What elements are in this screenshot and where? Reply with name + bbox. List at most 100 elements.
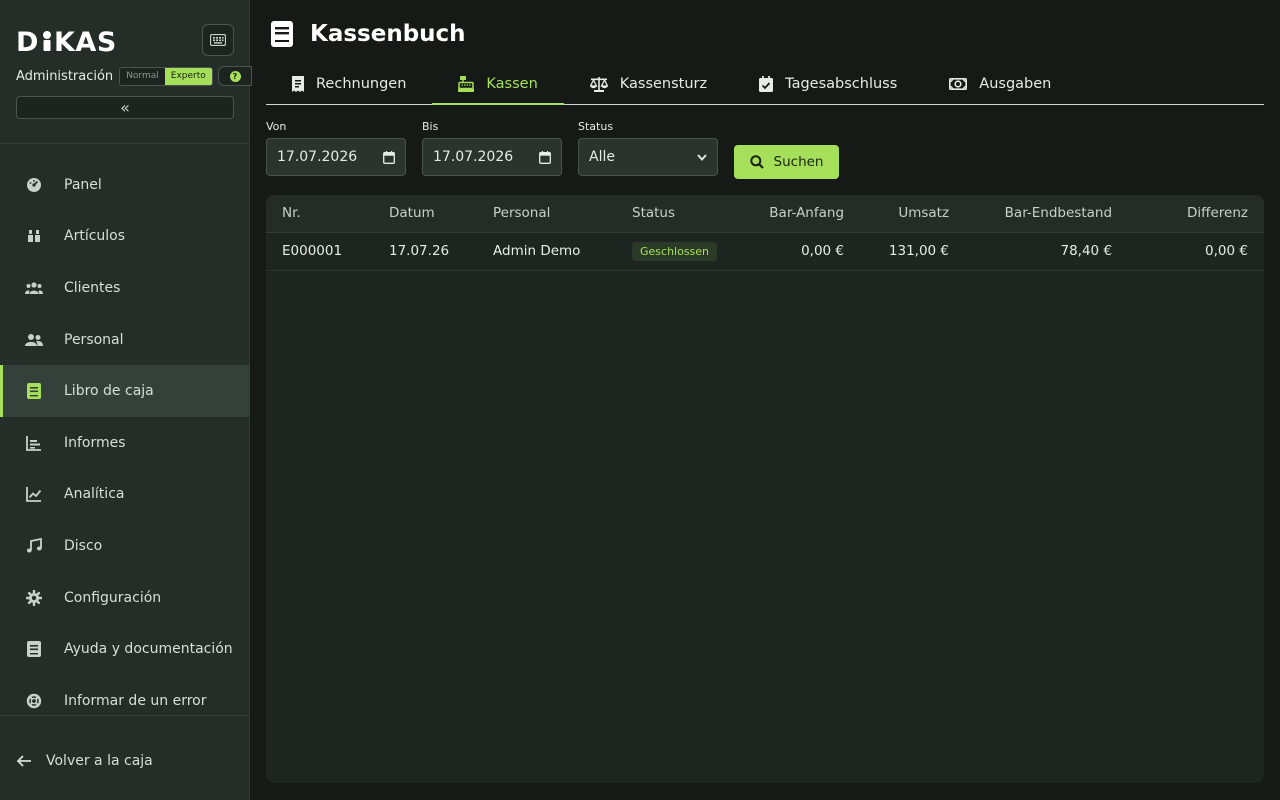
tab-kassensturz[interactable]: Kassensturz bbox=[564, 63, 733, 104]
sidebar-item-label: Informar de un error bbox=[64, 692, 207, 709]
collapse-sidebar-button[interactable]: « bbox=[16, 96, 234, 119]
column-header-bar-endbestand[interactable]: Bar-Endbestand bbox=[965, 195, 1129, 233]
table-header-row: Nr. Datum Personal Status Bar-Anfang Ums… bbox=[266, 195, 1264, 233]
bis-label: Bis bbox=[422, 120, 439, 133]
sidebar-item-label: Panel bbox=[64, 176, 102, 193]
filter-bis: Bis 17.07.2026 bbox=[422, 120, 562, 176]
sidebar-item-label: Artículos bbox=[64, 228, 126, 245]
tab-label: Rechnungen bbox=[316, 75, 407, 92]
cell-datum: 17.07.26 bbox=[373, 232, 477, 271]
registers-table-card: Nr. Datum Personal Status Bar-Anfang Ums… bbox=[266, 195, 1264, 783]
sidebar-item-ayuda[interactable]: Ayuda y documentación bbox=[0, 623, 250, 675]
music-icon bbox=[24, 536, 44, 556]
sidebar-item-configuracion[interactable]: Configuración bbox=[0, 572, 250, 624]
admin-label: Administración bbox=[16, 68, 114, 84]
status-select[interactable]: Alle bbox=[578, 138, 718, 176]
gear-icon bbox=[24, 588, 44, 608]
status-select-value: Alle bbox=[589, 149, 615, 165]
column-header-bar-anfang[interactable]: Bar-Anfang bbox=[733, 195, 861, 233]
bis-date-input[interactable]: 17.07.2026 bbox=[422, 138, 562, 176]
cell-umsatz: 131,00 € bbox=[860, 232, 966, 271]
cell-bar-anfang: 0,00 € bbox=[733, 232, 861, 271]
cash-register-icon bbox=[458, 75, 475, 92]
von-label: Von bbox=[266, 120, 287, 133]
status-label: Status bbox=[578, 120, 614, 133]
sidebar-item-libro-de-caja[interactable]: Libro de caja bbox=[0, 365, 250, 417]
column-header-nr[interactable]: Nr. bbox=[266, 195, 373, 233]
receipt-icon bbox=[292, 75, 304, 92]
articles-icon bbox=[24, 226, 44, 246]
dashboard-icon bbox=[24, 175, 44, 195]
help-button[interactable]: ? bbox=[218, 66, 252, 86]
sidebar-item-informar-error[interactable]: Informar de un error bbox=[0, 675, 250, 727]
column-header-status[interactable]: Status bbox=[616, 195, 734, 233]
sidebar-nav: Panel Artículos Clientes Personal Libro … bbox=[0, 159, 250, 727]
von-date-value: 17.07.2026 bbox=[277, 149, 358, 165]
page-title: Kassenbuch bbox=[270, 18, 466, 50]
dikas-logo-icon: D KAS bbox=[16, 27, 117, 55]
sidebar-item-articulos[interactable]: Artículos bbox=[0, 211, 250, 263]
book-icon bbox=[270, 21, 294, 47]
svg-text:KAS: KAS bbox=[54, 27, 117, 55]
sidebar-item-clientes[interactable]: Clientes bbox=[0, 262, 250, 314]
cell-bar-endbestand: 78,40 € bbox=[965, 232, 1129, 271]
sidebar-item-personal[interactable]: Personal bbox=[0, 314, 250, 366]
tab-tagesabschluss[interactable]: Tagesabschluss bbox=[733, 63, 923, 104]
double-chevron-left-icon: « bbox=[120, 98, 130, 117]
keyboard-button[interactable] bbox=[202, 24, 234, 56]
sidebar-item-label: Analítica bbox=[64, 486, 125, 503]
search-icon bbox=[749, 155, 764, 169]
column-header-datum[interactable]: Datum bbox=[373, 195, 477, 233]
sidebar-item-label: Configuración bbox=[64, 589, 162, 606]
sidebar-item-label: Disco bbox=[64, 537, 103, 554]
sidebar-item-label: Libro de caja bbox=[64, 383, 154, 400]
tab-label: Kassensturz bbox=[619, 75, 708, 92]
app-logo[interactable]: D KAS bbox=[16, 22, 122, 58]
sidebar-item-label: Ayuda y documentación bbox=[64, 641, 233, 658]
cell-nr: E000001 bbox=[266, 232, 373, 271]
sidebar-item-label: Clientes bbox=[64, 279, 121, 296]
cell-differenz: 0,00 € bbox=[1128, 232, 1264, 271]
keyboard-icon bbox=[210, 34, 226, 46]
mode-normal-option[interactable]: Normal bbox=[120, 67, 165, 85]
admin-row: Administración Normal Experto bbox=[16, 66, 213, 86]
filter-status: Status Alle bbox=[578, 120, 718, 176]
sidebar-item-label: Informes bbox=[64, 434, 126, 451]
sidebar-item-panel[interactable]: Panel bbox=[0, 159, 250, 211]
search-button[interactable]: Suchen bbox=[734, 145, 839, 179]
reports-icon bbox=[24, 433, 44, 453]
analytics-icon bbox=[24, 484, 44, 504]
mode-switch[interactable]: Normal Experto bbox=[119, 66, 213, 86]
column-header-umsatz[interactable]: Umsatz bbox=[860, 195, 966, 233]
sidebar-item-analitica[interactable]: Analítica bbox=[0, 469, 250, 521]
column-header-differenz[interactable]: Differenz bbox=[1128, 195, 1264, 233]
sidebar-divider bbox=[0, 143, 250, 144]
main-content: Kassenbuch Rechnungen Kassen Kassensturz… bbox=[250, 0, 1280, 800]
cell-status: Geschlossen bbox=[616, 232, 734, 271]
money-icon bbox=[949, 77, 968, 91]
table-row[interactable]: E000001 17.07.26 Admin Demo Geschlossen … bbox=[266, 232, 1264, 271]
cell-personal: Admin Demo bbox=[477, 232, 616, 271]
sidebar-divider bbox=[0, 715, 250, 716]
calendar-icon bbox=[539, 150, 551, 164]
search-button-label: Suchen bbox=[773, 154, 824, 170]
column-header-personal[interactable]: Personal bbox=[477, 195, 616, 233]
tab-kassen[interactable]: Kassen bbox=[432, 63, 565, 105]
sidebar-item-informes[interactable]: Informes bbox=[0, 417, 250, 469]
svg-text:D: D bbox=[16, 27, 39, 55]
lifebuoy-icon bbox=[24, 691, 44, 711]
tab-rechnungen[interactable]: Rechnungen bbox=[266, 63, 432, 104]
tab-label: Kassen bbox=[486, 75, 538, 92]
mode-experto-option[interactable]: Experto bbox=[164, 67, 212, 85]
arrow-left-icon bbox=[16, 754, 32, 768]
filter-von: Von 17.07.2026 bbox=[266, 120, 406, 176]
tab-bar: Rechnungen Kassen Kassensturz Tagesabsch… bbox=[266, 63, 1264, 105]
back-to-register-link[interactable]: Volver a la caja bbox=[16, 750, 153, 772]
clients-icon bbox=[24, 278, 44, 298]
chevron-down-icon bbox=[697, 153, 707, 161]
von-date-input[interactable]: 17.07.2026 bbox=[266, 138, 406, 176]
sidebar-item-label: Personal bbox=[64, 331, 124, 348]
tab-ausgaben[interactable]: Ausgaben bbox=[923, 63, 1077, 104]
sidebar-item-disco[interactable]: Disco bbox=[0, 520, 250, 572]
scale-icon bbox=[589, 76, 608, 92]
